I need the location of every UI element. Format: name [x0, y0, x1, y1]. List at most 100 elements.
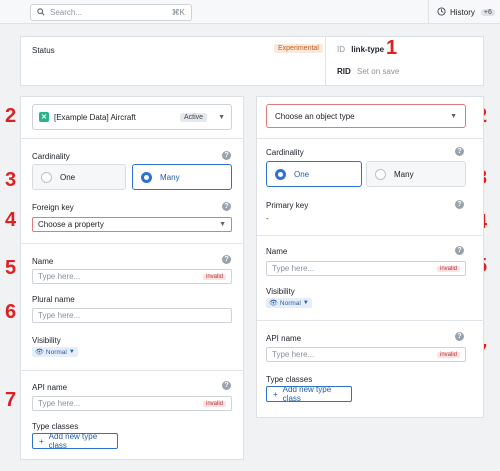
eye-icon: 👁	[269, 300, 278, 307]
search-placeholder: Search...	[50, 8, 83, 17]
status-divider	[325, 37, 326, 85]
left-name-label: Name	[32, 257, 54, 266]
primary-key-label: Primary key	[266, 201, 309, 210]
divider	[21, 138, 243, 139]
left-name-input[interactable]: Type here... invalid	[32, 269, 232, 284]
status-label: Status	[32, 46, 55, 55]
plural-name-input[interactable]: Type here...	[32, 308, 232, 323]
right-visibility-select[interactable]: 👁 Normal ▼	[266, 298, 312, 308]
right-visibility-label: Visibility	[266, 287, 295, 296]
left-visibility-select[interactable]: 👁 Normal ▼	[32, 347, 78, 357]
invalid-tag: invalid	[436, 351, 460, 358]
foreign-key-select[interactable]: Choose a property ▼	[32, 217, 232, 232]
id-row: ID link-type	[337, 45, 384, 54]
marker-4-left: 4	[5, 209, 17, 231]
divider	[21, 243, 243, 244]
chevron-down-icon: ▼	[302, 300, 309, 306]
marker-7-left: 7	[5, 389, 17, 411]
primary-key-value: -	[266, 214, 269, 223]
plural-name-label: Plural name	[32, 295, 75, 304]
chevron-down-icon: ▼	[68, 349, 75, 355]
rid-row: RID Set on save	[337, 67, 399, 76]
divider	[257, 320, 483, 321]
status-card	[20, 36, 484, 86]
invalid-tag: invalid	[436, 265, 460, 272]
help-icon[interactable]: ?	[455, 200, 464, 209]
search-icon	[37, 7, 45, 18]
right-object-type-select[interactable]: Choose an object type ▼	[266, 104, 466, 128]
plus-icon: +	[273, 389, 278, 399]
chevron-down-icon: ▼	[219, 221, 226, 228]
marker-2-left: 2	[5, 105, 17, 127]
right-name-placeholder: Type here...	[272, 264, 315, 273]
eye-icon: 👁	[35, 349, 44, 356]
history-icon	[437, 6, 446, 18]
history-count-badge: +6	[480, 8, 495, 16]
help-icon[interactable]: ?	[455, 246, 464, 255]
help-icon[interactable]: ?	[222, 255, 231, 264]
left-visibility-value: Normal	[45, 348, 67, 356]
left-cardinality-many[interactable]: Many	[132, 164, 232, 190]
chevron-down-icon: ▼	[450, 112, 457, 120]
left-visibility-label: Visibility	[32, 336, 61, 345]
invalid-tag: invalid	[202, 400, 226, 407]
left-cardinality-one[interactable]: One	[32, 164, 126, 190]
radio-selected-icon	[141, 171, 152, 183]
active-tag: Active	[180, 112, 208, 122]
search-input[interactable]: Search... ⌘K	[30, 4, 192, 21]
history-label: History	[450, 7, 475, 17]
search-shortcut: ⌘K	[171, 8, 185, 17]
help-icon[interactable]: ?	[222, 151, 231, 160]
right-add-type-class-label: Add new type class	[282, 385, 332, 403]
left-cardinality-one-label: One	[60, 172, 76, 182]
id-label: ID	[337, 45, 345, 54]
rid-value: Set on save	[357, 67, 400, 76]
marker-6-left: 6	[5, 301, 17, 323]
right-api-name-placeholder: Type here...	[272, 350, 315, 359]
history-button[interactable]: History +6	[428, 0, 500, 24]
left-object-name: [Example Data] Aircraft	[54, 112, 136, 122]
divider	[257, 235, 483, 236]
plural-name-placeholder: Type here...	[38, 311, 81, 320]
right-name-input[interactable]: Type here... invalid	[266, 261, 466, 276]
radio-selected-icon	[275, 168, 286, 180]
right-cardinality-many[interactable]: Many	[366, 161, 466, 187]
help-icon[interactable]: ?	[222, 381, 231, 390]
rid-label: RID	[337, 67, 351, 76]
radio-icon	[41, 171, 52, 183]
left-add-type-class-label: Add new type class	[48, 432, 98, 450]
marker-3-left: 3	[5, 169, 17, 191]
left-add-type-class-button[interactable]: + Add new type class	[32, 432, 118, 450]
left-name-placeholder: Type here...	[38, 272, 81, 281]
left-api-name-placeholder: Type here...	[38, 399, 81, 408]
help-icon[interactable]: ?	[455, 147, 464, 156]
invalid-tag: invalid	[202, 273, 226, 280]
left-object-type-select[interactable]: ✕ [Example Data] Aircraft Active ▼	[32, 104, 232, 130]
chevron-down-icon: ▼	[218, 113, 225, 121]
foreign-key-label: Foreign key	[32, 203, 74, 212]
right-cardinality-many-label: Many	[394, 169, 414, 179]
right-add-type-class-button[interactable]: + Add new type class	[266, 385, 352, 403]
help-icon[interactable]: ?	[222, 202, 231, 211]
divider	[21, 370, 243, 371]
right-type-classes-label: Type classes	[266, 375, 313, 384]
id-value: link-type	[351, 45, 385, 54]
right-api-name-input[interactable]: Type here... invalid	[266, 347, 466, 362]
radio-icon	[375, 168, 386, 180]
right-cardinality-label: Cardinality	[266, 148, 304, 157]
left-type-classes-label: Type classes	[32, 422, 79, 431]
object-type-icon: ✕	[39, 112, 49, 122]
right-cardinality-one[interactable]: One	[266, 161, 362, 187]
help-icon[interactable]: ?	[455, 332, 464, 341]
right-api-name-label: API name	[266, 334, 302, 343]
right-visibility-value: Normal	[279, 299, 301, 307]
marker-5-left: 5	[5, 257, 17, 279]
right-name-label: Name	[266, 247, 288, 256]
plus-icon: +	[39, 436, 44, 446]
experimental-tag[interactable]: Experimental	[274, 44, 323, 53]
foreign-key-value: Choose a property	[38, 220, 104, 229]
marker-1: 1	[386, 37, 398, 59]
left-api-name-input[interactable]: Type here... invalid	[32, 396, 232, 411]
divider	[257, 138, 483, 139]
right-cardinality-one-label: One	[294, 169, 310, 179]
